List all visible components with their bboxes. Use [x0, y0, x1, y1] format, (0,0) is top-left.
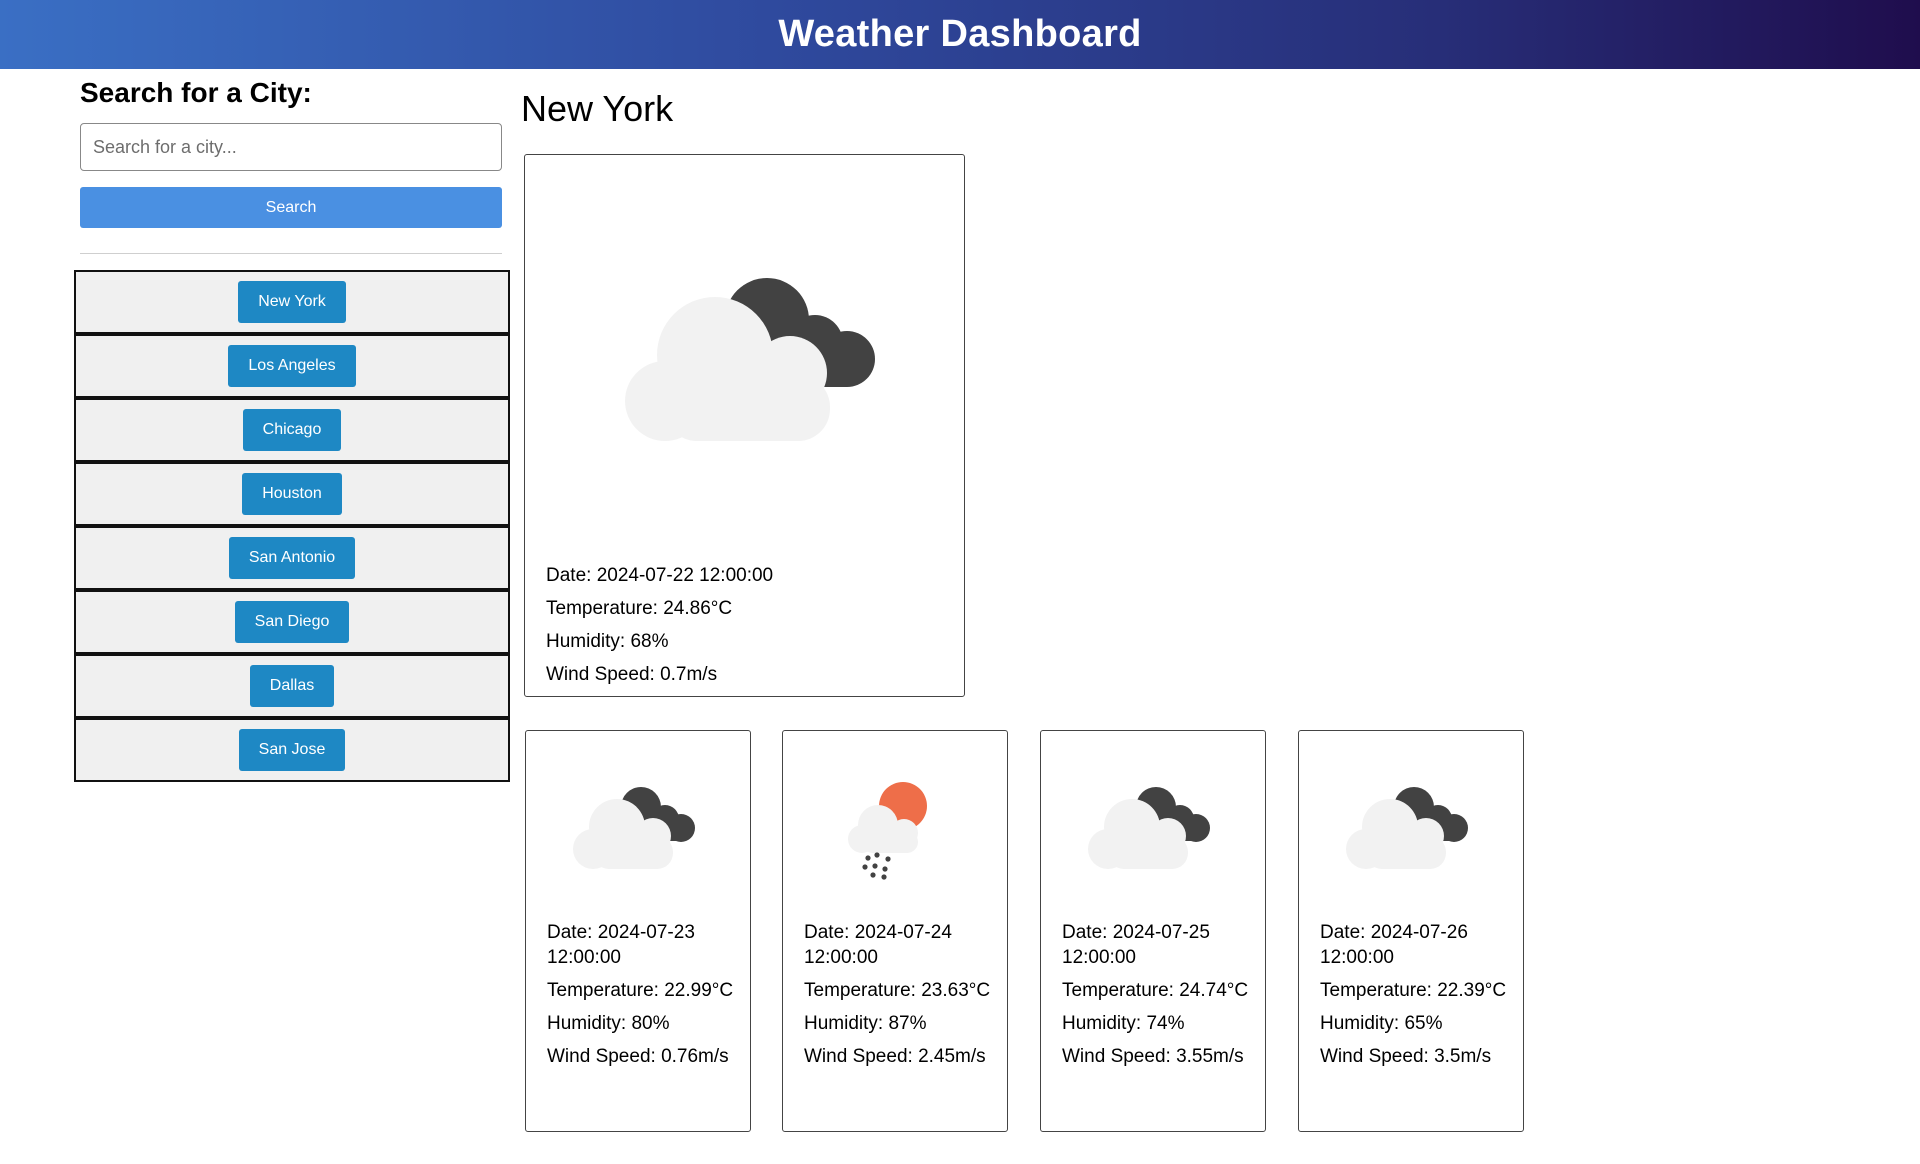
city-button-los-angeles[interactable]: Los Angeles — [228, 345, 356, 387]
broken-clouds-icon — [605, 265, 885, 450]
search-button[interactable]: Search — [80, 187, 502, 228]
forecast-humidity: Humidity: 80% — [547, 1013, 670, 1034]
forecast-details: Date: 2024-07-23 12:00:00 Temperature: 2… — [547, 920, 737, 1077]
city-button-houston[interactable]: Houston — [242, 473, 342, 515]
forecast-temperature: Temperature: 22.99°C — [547, 980, 734, 1001]
forecast-date: Date: 2024-07-26 12:00:00 — [1320, 922, 1468, 968]
current-temperature: Temperature: 24.86°C — [546, 598, 733, 619]
broken-clouds-icon — [1086, 781, 1216, 876]
city-button-san-diego[interactable]: San Diego — [234, 601, 350, 643]
city-history-row: San Antonio — [74, 526, 510, 590]
forecast-date: Date: 2024-07-25 12:00:00 — [1062, 922, 1210, 968]
app-header: Weather Dashboard — [0, 0, 1920, 69]
current-wind-speed: Wind Speed: 0.7m/s — [546, 664, 718, 685]
city-button-chicago[interactable]: Chicago — [242, 409, 342, 451]
rain-sun-icon — [828, 781, 958, 886]
forecast-date: Date: 2024-07-23 12:00:00 — [547, 922, 695, 968]
broken-clouds-icon — [571, 781, 701, 876]
broken-clouds-icon — [1344, 781, 1474, 876]
city-history-list: New York Los Angeles Chicago Houston San… — [74, 270, 510, 782]
forecast-details: Date: 2024-07-25 12:00:00 Temperature: 2… — [1062, 920, 1252, 1077]
forecast-wind-speed: Wind Speed: 0.76m/s — [547, 1046, 729, 1067]
search-input[interactable] — [80, 123, 502, 171]
current-weather-details: Date: 2024-07-22 12:00:00 Temperature: 2… — [546, 559, 773, 691]
city-history-row: Los Angeles — [74, 334, 510, 398]
current-city-title: New York — [521, 88, 674, 129]
forecast-temperature: Temperature: 24.74°C — [1062, 980, 1249, 1001]
forecast-date: Date: 2024-07-24 12:00:00 — [804, 922, 952, 968]
forecast-humidity: Humidity: 74% — [1062, 1013, 1185, 1034]
current-weather-card: Date: 2024-07-22 12:00:00 Temperature: 2… — [524, 154, 965, 697]
city-button-san-jose[interactable]: San Jose — [238, 729, 346, 771]
forecast-card: Date: 2024-07-25 12:00:00 Temperature: 2… — [1040, 730, 1266, 1132]
city-history-row: Chicago — [74, 398, 510, 462]
forecast-card: Date: 2024-07-23 12:00:00 Temperature: 2… — [525, 730, 751, 1132]
city-history-row: Dallas — [74, 654, 510, 718]
city-button-dallas[interactable]: Dallas — [249, 665, 335, 707]
city-history-row: Houston — [74, 462, 510, 526]
forecast-temperature: Temperature: 22.39°C — [1320, 980, 1507, 1001]
forecast-wind-speed: Wind Speed: 2.45m/s — [804, 1046, 986, 1067]
forecast-card: Date: 2024-07-24 12:00:00 Temperature: 2… — [782, 730, 1008, 1132]
forecast-card: Date: 2024-07-26 12:00:00 Temperature: 2… — [1298, 730, 1524, 1132]
city-history-row: New York — [74, 270, 510, 334]
forecast-humidity: Humidity: 65% — [1320, 1013, 1443, 1034]
city-button-new-york[interactable]: New York — [238, 281, 346, 323]
current-humidity: Humidity: 68% — [546, 631, 669, 652]
city-history-row: San Diego — [74, 590, 510, 654]
forecast-humidity: Humidity: 87% — [804, 1013, 927, 1034]
forecast-details: Date: 2024-07-24 12:00:00 Temperature: 2… — [804, 920, 994, 1077]
forecast-details: Date: 2024-07-26 12:00:00 Temperature: 2… — [1320, 920, 1510, 1077]
current-date: Date: 2024-07-22 12:00:00 — [546, 565, 774, 586]
city-button-san-antonio[interactable]: San Antonio — [228, 537, 356, 579]
sidebar-divider — [80, 253, 502, 254]
forecast-wind-speed: Wind Speed: 3.55m/s — [1062, 1046, 1244, 1067]
forecast-wind-speed: Wind Speed: 3.5m/s — [1320, 1046, 1492, 1067]
search-heading: Search for a City: — [80, 77, 312, 108]
city-history-row: San Jose — [74, 718, 510, 782]
app-title: Weather Dashboard — [778, 13, 1142, 55]
forecast-temperature: Temperature: 23.63°C — [804, 980, 991, 1001]
sidebar: Search for a City: Search New York Los A… — [74, 69, 510, 782]
